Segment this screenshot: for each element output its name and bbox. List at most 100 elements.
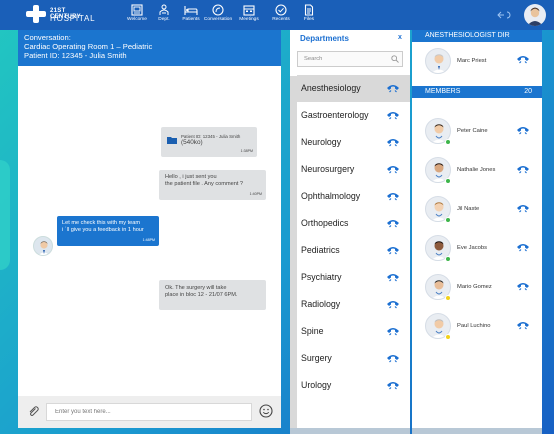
- departments-panel: Departments x Anesthesiology Gastroentero…: [290, 30, 410, 434]
- phone-icon[interactable]: [386, 325, 400, 343]
- presence-dot: [445, 139, 451, 145]
- clock-check-icon: [275, 4, 287, 16]
- member-name: Eve Jacobs: [457, 245, 487, 251]
- phone-icon[interactable]: [386, 109, 400, 127]
- department-item[interactable]: Neurosurgery: [297, 156, 410, 183]
- directory-panel: ANESTHESIOLOGIST DIR Marc Priest MEMBERS…: [412, 30, 542, 434]
- director-avatar: [425, 48, 451, 74]
- logout-icon[interactable]: [496, 10, 512, 22]
- message-composer: [18, 396, 281, 428]
- department-item[interactable]: Orthopedics: [297, 210, 410, 237]
- department-item[interactable]: Neurology: [297, 129, 410, 156]
- calendar-icon: [243, 5, 255, 16]
- panel-footer: [412, 428, 542, 434]
- member-card[interactable]: Peter Caine: [412, 114, 542, 150]
- department-item[interactable]: Spine: [297, 318, 410, 345]
- conversation-patient: Patient ID: 12345 - Julia Smith: [24, 51, 127, 60]
- department-item[interactable]: Pediatrics: [297, 237, 410, 264]
- phone-icon[interactable]: [386, 379, 400, 397]
- department-item[interactable]: Psychiatry: [297, 264, 410, 291]
- message-time: 1:38PM: [240, 148, 253, 153]
- member-card[interactable]: Eve Jacobs: [412, 231, 542, 267]
- department-label: Neurosurgery: [301, 164, 355, 174]
- bed-icon: [184, 6, 198, 15]
- conversation-panel: Conversation: Cardiac Operating Room 1 –…: [18, 30, 281, 428]
- member-card[interactable]: Jil Naste: [412, 192, 542, 228]
- message-thread: Patient ID: 12345 - Julia Smith (540ko) …: [18, 66, 281, 426]
- department-item[interactable]: Gastroenterology: [297, 102, 410, 129]
- phone-icon[interactable]: [516, 124, 530, 142]
- emoji-icon[interactable]: [259, 404, 273, 418]
- phone-icon[interactable]: [516, 163, 530, 181]
- phone-icon[interactable]: [516, 280, 530, 298]
- department-item[interactable]: Anesthesiology: [297, 75, 410, 102]
- phone-icon[interactable]: [386, 163, 400, 181]
- paperclip-icon[interactable]: [27, 405, 39, 417]
- department-label: Surgery: [301, 353, 332, 363]
- member-name: Paul Luchino: [457, 323, 491, 329]
- phone-icon[interactable]: [386, 217, 400, 235]
- director-title: ANESTHESIOLOGIST DIR: [425, 32, 510, 39]
- department-label: Spine: [301, 326, 324, 336]
- department-label: Gastroenterology: [301, 110, 369, 120]
- presence-dot: [445, 295, 451, 301]
- top-navigation: 21ST CENTURY HOSPITAL Welcome Dept. Pati…: [0, 0, 554, 30]
- file-size: (540ko): [181, 139, 203, 146]
- members-count: 20: [524, 88, 532, 95]
- phone-icon[interactable]: [516, 54, 530, 66]
- message-bubble-outgoing: Let me check this with my team i ´ll giv…: [57, 216, 159, 246]
- director-name: Marc Priest: [457, 58, 487, 64]
- phone-icon[interactable]: [386, 82, 400, 100]
- department-label: Orthopedics: [301, 218, 349, 228]
- file-icon: [304, 4, 314, 16]
- phone-icon[interactable]: [386, 271, 400, 289]
- phone-icon[interactable]: [516, 241, 530, 259]
- presence-dot: [445, 334, 451, 340]
- phone-icon[interactable]: [386, 244, 400, 262]
- chat-icon: [212, 4, 224, 16]
- phone-icon[interactable]: [386, 136, 400, 154]
- conversation-room: Cardiac Operating Room 1 – Pediatric: [24, 42, 153, 51]
- member-card[interactable]: Mario Gomez: [412, 270, 542, 306]
- logo-cross-icon: [26, 5, 46, 23]
- welcome-icon: [131, 4, 143, 16]
- department-label: Urology: [301, 380, 332, 390]
- member-name: Nathalie Jones: [457, 167, 496, 173]
- phone-icon[interactable]: [516, 319, 530, 337]
- department-label: Psychiatry: [301, 272, 342, 282]
- sender-avatar: [33, 236, 53, 256]
- nav-files[interactable]: Files: [290, 4, 328, 28]
- message-input[interactable]: [46, 403, 252, 421]
- message-text-line2: i ´ll give you a feedback in 1 hour: [62, 227, 144, 234]
- message-bubble-incoming: Ok. The surgery will take place in bloc …: [159, 280, 266, 310]
- file-message[interactable]: Patient ID: 12345 - Julia Smith (540ko) …: [161, 127, 257, 157]
- member-card[interactable]: Nathalie Jones: [412, 153, 542, 189]
- department-item[interactable]: Surgery: [297, 345, 410, 372]
- department-label: Neurology: [301, 137, 342, 147]
- members-header: MEMBERS 20: [412, 86, 542, 98]
- department-item[interactable]: Urology: [297, 372, 410, 399]
- user-avatar[interactable]: [524, 4, 546, 26]
- search-icon: [391, 55, 399, 63]
- presence-dot: [445, 256, 451, 262]
- department-item[interactable]: Ophthalmology: [297, 183, 410, 210]
- departments-title: Departments: [300, 34, 349, 43]
- dept-icon: [159, 4, 169, 15]
- nav-files-label: Files: [303, 17, 315, 22]
- phone-icon[interactable]: [386, 352, 400, 370]
- message-text-line1: Let me check this with my team: [62, 220, 141, 226]
- department-label: Anesthesiology: [301, 83, 361, 93]
- conversation-title: Conversation:: [24, 33, 71, 42]
- director-card[interactable]: Marc Priest: [412, 44, 542, 80]
- phone-icon[interactable]: [386, 298, 400, 316]
- department-item[interactable]: Radiology: [297, 291, 410, 318]
- conversation-header: Conversation: Cardiac Operating Room 1 –…: [18, 30, 281, 66]
- phone-icon[interactable]: [516, 202, 530, 220]
- close-button[interactable]: x: [398, 34, 402, 41]
- message-bubble-incoming: Hello , i just sent you the patient file…: [159, 170, 266, 200]
- department-search-input[interactable]: [297, 51, 403, 67]
- member-name: Peter Caine: [457, 128, 488, 134]
- hospital-logo: 21ST CENTURY HOSPITAL: [26, 3, 96, 27]
- phone-icon[interactable]: [386, 190, 400, 208]
- member-card[interactable]: Paul Luchino: [412, 309, 542, 345]
